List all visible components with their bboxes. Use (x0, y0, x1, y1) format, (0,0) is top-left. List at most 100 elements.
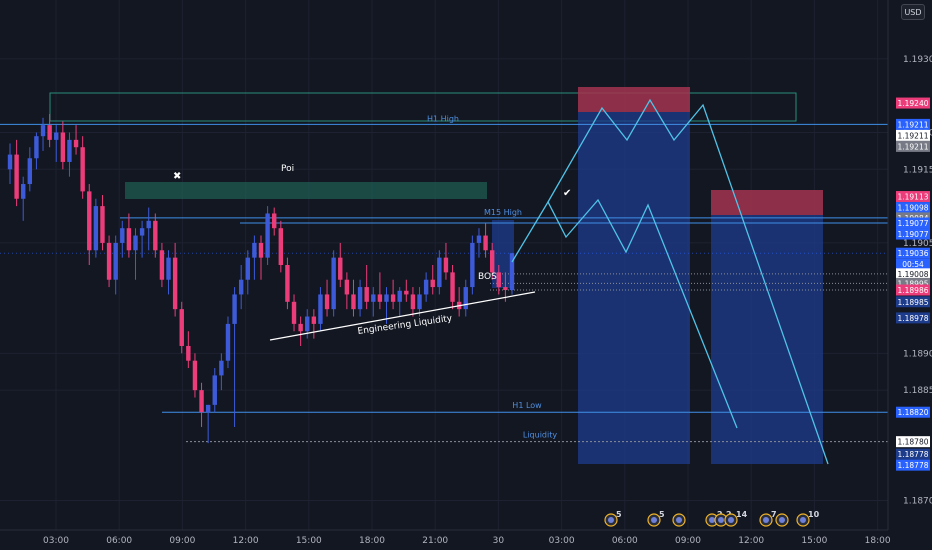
candle-body (34, 136, 39, 159)
price-tag-label: 1.19240 (897, 99, 928, 108)
level-label: M15 High (484, 208, 522, 217)
currency-button[interactable]: USD (901, 4, 925, 20)
candle-body (331, 257, 336, 310)
checkmark-icon: ✔ (563, 188, 571, 199)
price-tag-label: 1.19211 (897, 120, 928, 129)
candle-body (285, 265, 290, 302)
candle-body (258, 242, 264, 258)
stop-zone-2 (711, 190, 823, 215)
candle-body (21, 184, 26, 199)
trading-chart[interactable]: H1 HighM15 HighH1 LowLiquidity Poi BOS E… (0, 0, 932, 550)
candle-body (470, 242, 475, 288)
candle-body (14, 154, 19, 199)
price-tag-label: 1.18820 (897, 408, 928, 417)
event-badge-count: 5 (616, 510, 622, 519)
candle-body (232, 294, 237, 324)
candle-body (7, 154, 13, 170)
time-tick-label: 12:00 (233, 536, 259, 546)
price-tag-label: 1.19113 (897, 193, 928, 202)
price-tag-label: 1.19211 (897, 131, 928, 140)
price-tag-label: 1.18985 (897, 298, 928, 307)
time-tick-label: 09:00 (675, 536, 701, 546)
candle-body (179, 309, 184, 346)
price-tag-label: 1.19098 (897, 204, 928, 213)
candle-body (153, 220, 158, 251)
candle-body (377, 294, 383, 302)
target-zone-1 (578, 112, 690, 464)
candle-body (126, 228, 132, 251)
price-tick-label: 1.19300 (903, 55, 932, 65)
level-label: H1 Low (512, 401, 542, 410)
price-tag-label: 1.18780 (897, 438, 928, 447)
price-tag-label: 1.19211 (897, 142, 928, 151)
time-tick-label: 30 (493, 536, 505, 546)
price-tag-label: 1.18986 (897, 286, 928, 295)
candle-body (450, 272, 455, 302)
candle-body (219, 360, 224, 376)
candle-body (443, 257, 449, 273)
candle-body (27, 158, 33, 185)
time-tick-label: 18:00 (865, 536, 891, 546)
level-label: Liquidity (523, 431, 557, 440)
candle-body (503, 287, 508, 291)
candle-body (291, 301, 297, 324)
candle-body (397, 290, 402, 302)
candle-body (192, 360, 198, 391)
candle-body (489, 250, 495, 273)
event-flag-icon (779, 517, 785, 523)
candle-body (139, 228, 145, 236)
candle-body (40, 125, 46, 137)
cross-mark-icon: ✖ (173, 171, 181, 182)
candle-body (437, 257, 442, 288)
time-tick-label: 06:00 (106, 536, 132, 546)
event-flag-icon (676, 517, 682, 523)
candle-body (133, 235, 138, 251)
candle-body (159, 250, 165, 280)
event-flag-icon (800, 517, 806, 523)
candle-body (430, 279, 435, 288)
candle-body (73, 139, 79, 148)
poi-label: Poi (281, 164, 294, 174)
candle-body (186, 345, 191, 361)
candle-body (120, 228, 125, 243)
candle-body (390, 294, 396, 302)
time-tick-label: 15:00 (296, 536, 322, 546)
candle-body (100, 206, 105, 243)
event-flag-icon (763, 517, 769, 523)
event-flag-icon (651, 517, 657, 523)
price-tag-label: 00:54 (902, 260, 924, 269)
candle-body (384, 294, 389, 302)
candle-body (278, 228, 284, 265)
target-zone-2 (711, 215, 823, 464)
candle-body (54, 132, 59, 140)
time-tick-label: 12:00 (738, 536, 764, 546)
price-tag-label: 1.19008 (897, 270, 928, 279)
price-tag-label: 1.19077 (897, 230, 928, 239)
candle-body (463, 287, 468, 310)
candle-body (371, 294, 376, 302)
candle-body (87, 191, 92, 251)
event-badge-count: 5 (659, 510, 665, 519)
event-flag-icon (608, 517, 614, 523)
candle-body (60, 132, 66, 162)
poi-zone (125, 182, 487, 199)
candle-body (166, 257, 171, 280)
price-tick-label: 1.18700 (903, 497, 932, 507)
event-badge-count: 14 (736, 510, 748, 519)
candle-body (318, 294, 323, 324)
price-tick-label: 1.19050 (903, 239, 932, 249)
candle-body (305, 316, 310, 332)
event-badge-count: 7 (771, 510, 777, 519)
price-tag-label: 1.18978 (897, 314, 928, 323)
candle-body (172, 257, 178, 310)
candle-body (496, 272, 501, 288)
candle-body (93, 206, 99, 251)
candle-body (483, 235, 488, 251)
time-axis-panel[interactable] (0, 530, 932, 550)
candle-body (106, 242, 112, 280)
event-flag-icon (709, 517, 715, 523)
price-tag-label: 1.18778 (897, 461, 928, 470)
candle-body (338, 257, 343, 280)
candle-body (113, 242, 118, 280)
price-tick-label: 1.18900 (903, 349, 932, 359)
